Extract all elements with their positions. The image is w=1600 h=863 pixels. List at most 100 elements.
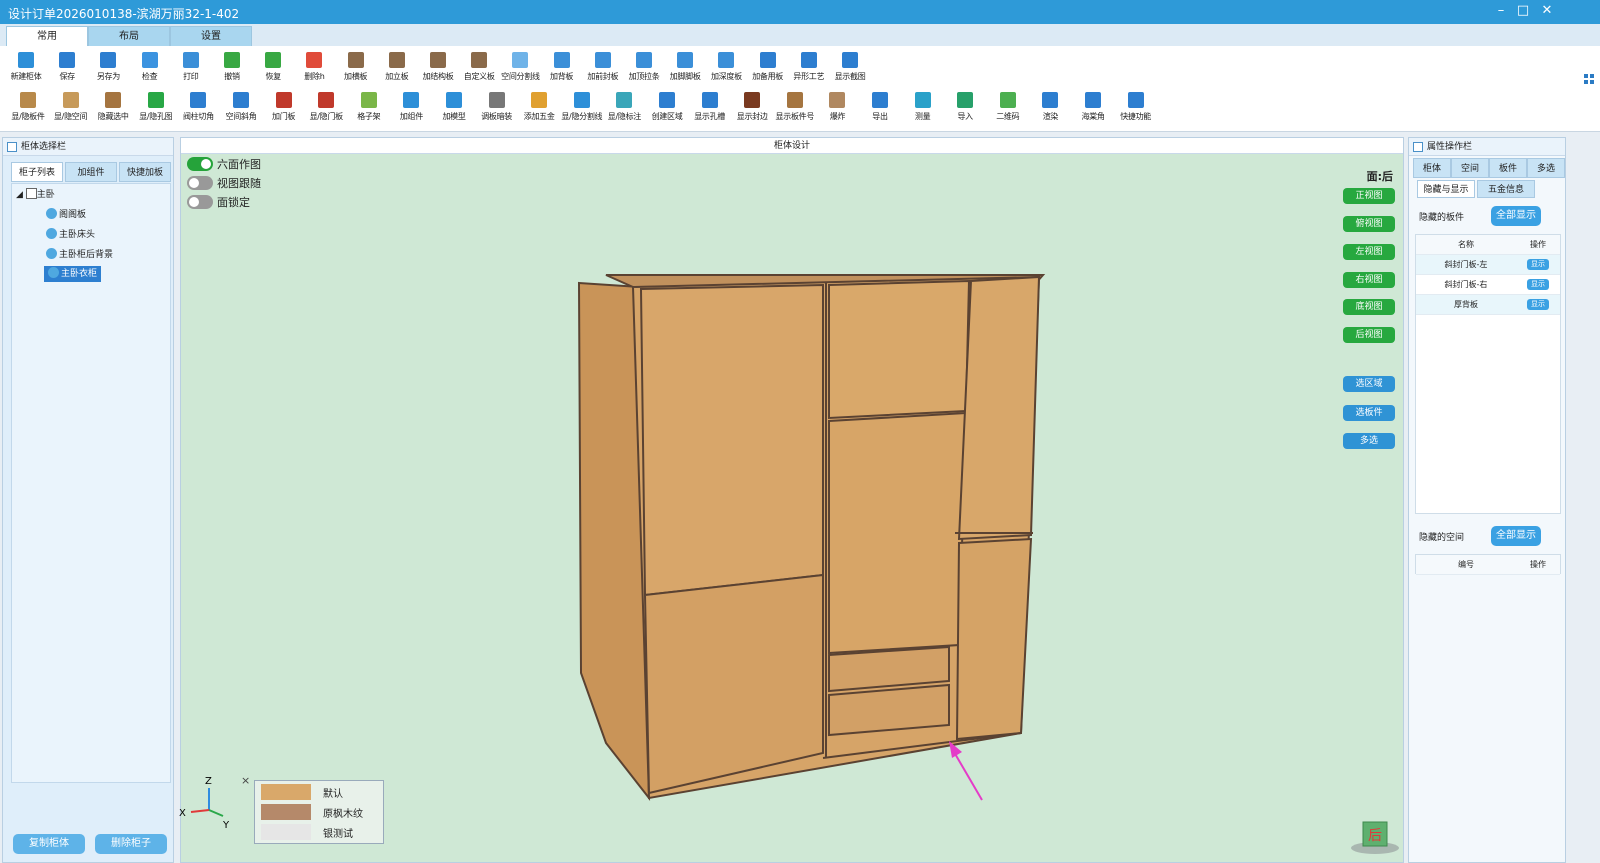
grid-menu-icon[interactable] xyxy=(1584,74,1594,84)
select-region-button[interactable]: 选区域 xyxy=(1343,376,1395,392)
tree-root-label: 主卧 xyxy=(36,190,55,200)
tab-hardware-info[interactable]: 五金信息 xyxy=(1477,180,1535,198)
six-face-toggle[interactable] xyxy=(187,157,213,171)
toolbar-button[interactable]: 显/隐分割线 xyxy=(560,90,604,128)
tree-item[interactable]: 主卧床头 xyxy=(46,228,95,244)
toolbar-button[interactable]: 显/隐空间 xyxy=(49,90,93,128)
toolbar-button[interactable]: 删除h xyxy=(292,50,336,88)
delete-cabinet-button[interactable]: 删除柜子 xyxy=(95,834,167,854)
minimize-button[interactable]: – xyxy=(1491,3,1511,18)
toolbar-button[interactable]: 创建区域 xyxy=(645,90,689,128)
toolbar-button[interactable]: 加模型 xyxy=(432,90,476,128)
toolbar-button[interactable]: 显/隐标注 xyxy=(602,90,646,128)
toolbar-button[interactable]: 海棠角 xyxy=(1071,90,1115,128)
toolbar-button[interactable]: 打印 xyxy=(169,50,213,88)
toolbar-button[interactable]: 检查 xyxy=(128,50,172,88)
toolbar-button[interactable]: 加备用板 xyxy=(746,50,790,88)
toolbar-button[interactable]: 空间斜角 xyxy=(219,90,263,128)
tab-common[interactable]: 常用 xyxy=(6,26,88,46)
copy-cabinet-button[interactable]: 复制柜体 xyxy=(13,834,85,854)
design-viewport[interactable]: 柜体设计 六面作图 视图跟随 面锁定 面:后 正视图 俯视图 左视图 右视图 底… xyxy=(179,137,1404,863)
close-legend-button[interactable]: × xyxy=(241,774,250,787)
toolbar-button[interactable]: 加顶拉条 xyxy=(622,50,666,88)
toolbar-button[interactable]: 隐藏选中 xyxy=(91,90,135,128)
toolbar-button[interactable]: 另存为 xyxy=(86,50,130,88)
toolbar-button[interactable]: 显示孔槽 xyxy=(688,90,732,128)
toolbar-button[interactable]: 导出 xyxy=(858,90,902,128)
toolbar-button[interactable]: 测量 xyxy=(901,90,945,128)
toolbar-button[interactable]: 导入 xyxy=(943,90,987,128)
tab-hide-show[interactable]: 隐藏与显示 xyxy=(1417,180,1475,198)
right-view-button[interactable]: 右视图 xyxy=(1343,272,1395,288)
toolbar-button[interactable]: 显/隐门板 xyxy=(304,90,348,128)
tab-board[interactable]: 板件 xyxy=(1489,158,1527,178)
toolbar-button[interactable]: 显/隐孔图 xyxy=(134,90,178,128)
tab-settings[interactable]: 设置 xyxy=(170,26,252,46)
show-all-boards-button[interactable]: 全部显示 xyxy=(1491,206,1541,226)
toolbar-button[interactable]: 加深度板 xyxy=(704,50,748,88)
toolbar-button[interactable]: 加前封板 xyxy=(581,50,625,88)
toolbar-button[interactable]: 显示封边 xyxy=(730,90,774,128)
tree-item-selected[interactable]: 主卧衣柜 xyxy=(44,266,102,282)
toolbar-button[interactable]: 加背板 xyxy=(540,50,584,88)
wardrobe-3d-model[interactable] xyxy=(561,263,1061,803)
toolbar-button[interactable]: 新建柜体 xyxy=(4,50,48,88)
toolbar-button[interactable]: 撤销 xyxy=(210,50,254,88)
tab-cabinet-list[interactable]: 柜子列表 xyxy=(11,162,63,182)
collapse-icon[interactable]: ◢ xyxy=(16,190,26,200)
toolbar-button[interactable]: 爆炸 xyxy=(815,90,859,128)
toolbar-icon xyxy=(488,92,505,108)
tab-layout[interactable]: 布局 xyxy=(88,26,170,46)
toolbar-button[interactable]: 加门板 xyxy=(262,90,306,128)
toolbar-label: 格子架 xyxy=(357,112,381,121)
tree-item[interactable]: 阁阁板 xyxy=(46,208,86,224)
toolbar-button[interactable]: 快捷功能 xyxy=(1114,90,1158,128)
close-window-button[interactable]: ✕ xyxy=(1537,3,1557,18)
toolbar-button[interactable]: 渲染 xyxy=(1028,90,1072,128)
view-follow-toggle[interactable] xyxy=(187,176,213,190)
face-lock-toggle[interactable] xyxy=(187,195,213,209)
bottom-view-button[interactable]: 底视图 xyxy=(1343,299,1395,315)
show-board-button[interactable]: 显示 xyxy=(1527,279,1549,290)
back-view-button[interactable]: 后视图 xyxy=(1343,327,1395,343)
tree-item[interactable]: 主卧柜后背景 xyxy=(46,248,113,264)
table-row[interactable]: 斜封门板-左 显示 xyxy=(1416,255,1560,275)
show-board-button[interactable]: 显示 xyxy=(1527,299,1549,310)
toolbar-label: 调板暗装 xyxy=(481,112,512,121)
show-board-button[interactable]: 显示 xyxy=(1527,259,1549,270)
tab-quick-board[interactable]: 快捷加板 xyxy=(119,162,171,182)
tab-multi-select[interactable]: 多选 xyxy=(1527,158,1565,178)
select-board-button[interactable]: 选板件 xyxy=(1343,405,1395,421)
maximize-button[interactable]: □ xyxy=(1513,3,1533,18)
toolbar-button[interactable]: 加脚脚板 xyxy=(663,50,707,88)
left-view-button[interactable]: 左视图 xyxy=(1343,244,1395,260)
toolbar-button[interactable]: 格子架 xyxy=(347,90,391,128)
toolbar-button[interactable]: 加结构板 xyxy=(416,50,460,88)
toolbar-button[interactable]: 加横板 xyxy=(334,50,378,88)
view-cube-icon[interactable]: 后 xyxy=(1349,816,1401,856)
top-view-button[interactable]: 俯视图 xyxy=(1343,216,1395,232)
toolbar-button[interactable]: 加立板 xyxy=(375,50,419,88)
toolbar-button[interactable]: 自定义板 xyxy=(457,50,501,88)
tab-space[interactable]: 空间 xyxy=(1451,158,1489,178)
front-view-button[interactable]: 正视图 xyxy=(1343,188,1395,204)
toolbar-button[interactable]: 保存 xyxy=(45,50,89,88)
tree-root[interactable]: ◢ 主卧 xyxy=(16,188,55,204)
table-row[interactable]: 斜封门板-右 显示 xyxy=(1416,275,1560,295)
toolbar-button[interactable]: 显示板件号 xyxy=(773,90,817,128)
toolbar-button[interactable]: 加组件 xyxy=(389,90,433,128)
toolbar-button[interactable]: 恢复 xyxy=(251,50,295,88)
show-all-spaces-button[interactable]: 全部显示 xyxy=(1491,526,1541,546)
toolbar-button[interactable]: 阀柱切角 xyxy=(176,90,220,128)
toolbar-button[interactable]: 添加五金 xyxy=(517,90,561,128)
table-row[interactable]: 厚背板 显示 xyxy=(1416,295,1560,315)
multi-select-button[interactable]: 多选 xyxy=(1343,433,1395,449)
toolbar-button[interactable]: 异形工艺 xyxy=(787,50,831,88)
toolbar-button[interactable]: 二维码 xyxy=(986,90,1030,128)
toolbar-button[interactable]: 空间分割线 xyxy=(498,50,542,88)
toolbar-button[interactable]: 调板暗装 xyxy=(475,90,519,128)
toolbar-button[interactable]: 显示截图 xyxy=(828,50,872,88)
tab-cabinet[interactable]: 柜体 xyxy=(1413,158,1451,178)
toolbar-button[interactable]: 显/隐板件 xyxy=(6,90,50,128)
tab-add-component[interactable]: 加组件 xyxy=(65,162,117,182)
